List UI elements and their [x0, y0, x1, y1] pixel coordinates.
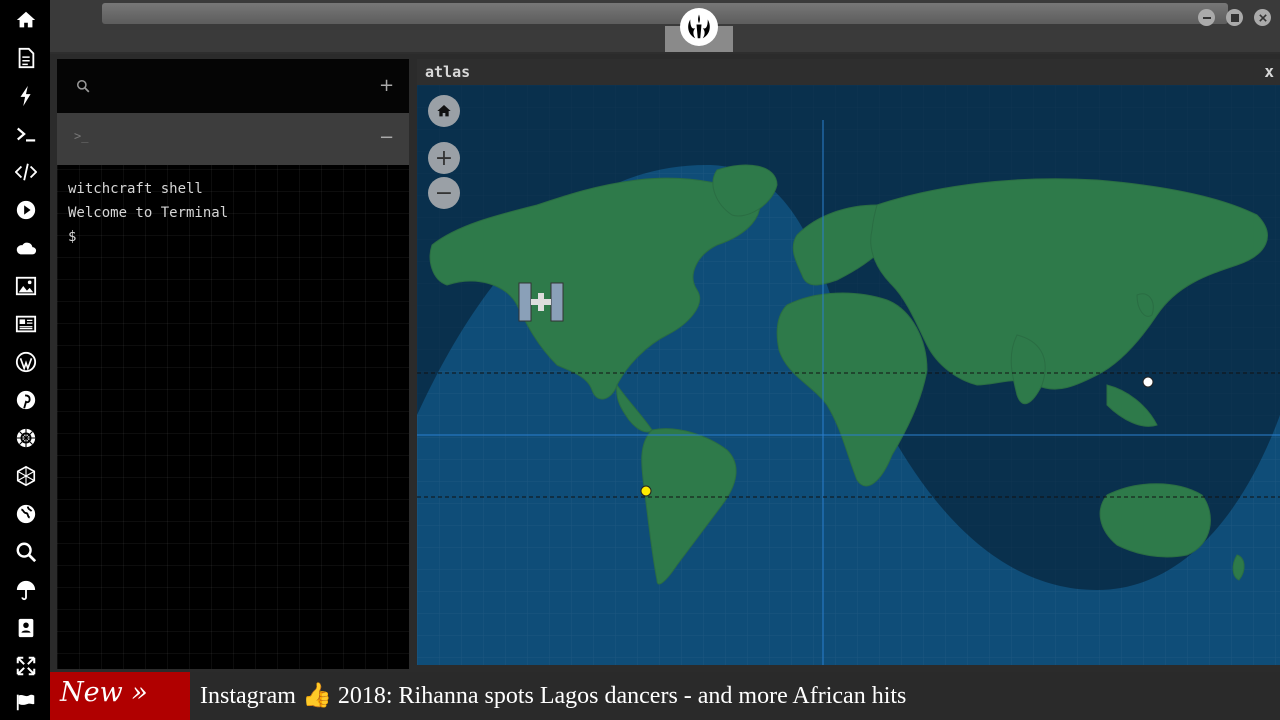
code-icon[interactable] — [12, 158, 40, 186]
shell-tab-label: >_ — [74, 129, 89, 143]
flag-icon[interactable] — [12, 688, 40, 716]
play-icon[interactable] — [12, 196, 40, 224]
zoom-in-button[interactable]: + — [428, 142, 460, 174]
terminal-icon[interactable] — [12, 120, 40, 148]
search-icon[interactable] — [76, 79, 90, 93]
lightning-icon[interactable] — [12, 82, 40, 110]
zoom-out-button[interactable]: − — [428, 177, 460, 209]
globe-mesh-icon[interactable] — [12, 462, 40, 490]
maximize-button[interactable] — [1226, 9, 1243, 26]
pinterest-icon[interactable] — [12, 386, 40, 414]
ticker-badge: New » — [50, 672, 190, 720]
atlas-close-button[interactable]: x — [1264, 62, 1274, 81]
close-button[interactable] — [1254, 9, 1271, 26]
minimize-button[interactable] — [1198, 9, 1215, 26]
cloud-icon[interactable] — [12, 234, 40, 262]
rebel-alliance-icon[interactable] — [680, 8, 718, 46]
ticker-headline[interactable]: Instagram 👍 2018: Rihanna spots Lagos da… — [200, 681, 906, 710]
collapse-button[interactable]: − — [379, 127, 394, 148]
image-icon[interactable] — [12, 272, 40, 300]
atlas-window: atlas x + − — [417, 59, 1280, 665]
wordpress-icon[interactable] — [12, 348, 40, 376]
terminal-prompt[interactable]: $ — [68, 225, 228, 249]
search-icon[interactable] — [12, 538, 40, 566]
empire-icon[interactable] — [12, 424, 40, 452]
panel-search-row[interactable]: + — [57, 59, 409, 113]
globe-icon[interactable] — [12, 500, 40, 528]
sublunar-point — [1142, 376, 1154, 388]
atlas-title: atlas — [425, 63, 471, 81]
document-icon[interactable] — [12, 44, 40, 72]
terminal-output[interactable]: witchcraft shell Welcome to Terminal $ — [68, 177, 228, 249]
shell-tab[interactable]: >_ − — [57, 113, 409, 165]
newspaper-icon[interactable] — [12, 310, 40, 338]
top-bar — [50, 0, 1280, 54]
app-sidebar — [0, 0, 50, 720]
add-button[interactable]: + — [379, 75, 394, 96]
map-home-button[interactable] — [428, 95, 460, 127]
atlas-header: atlas x — [417, 59, 1280, 85]
home-icon[interactable] — [12, 6, 40, 34]
terminal-line: Welcome to Terminal — [68, 205, 229, 221]
contacts-icon[interactable] — [12, 614, 40, 642]
subsolar-point — [640, 485, 652, 497]
umbrella-icon[interactable] — [12, 576, 40, 604]
terminal-line: witchcraft shell — [68, 181, 203, 197]
world-map[interactable] — [417, 85, 1280, 665]
expand-icon[interactable] — [12, 652, 40, 680]
address-bar[interactable] — [102, 3, 1228, 24]
terminal-panel: + >_ − witchcraft shell Welcome to Termi… — [57, 59, 409, 669]
news-ticker[interactable]: New » Instagram 👍 2018: Rihanna spots La… — [50, 672, 1280, 720]
